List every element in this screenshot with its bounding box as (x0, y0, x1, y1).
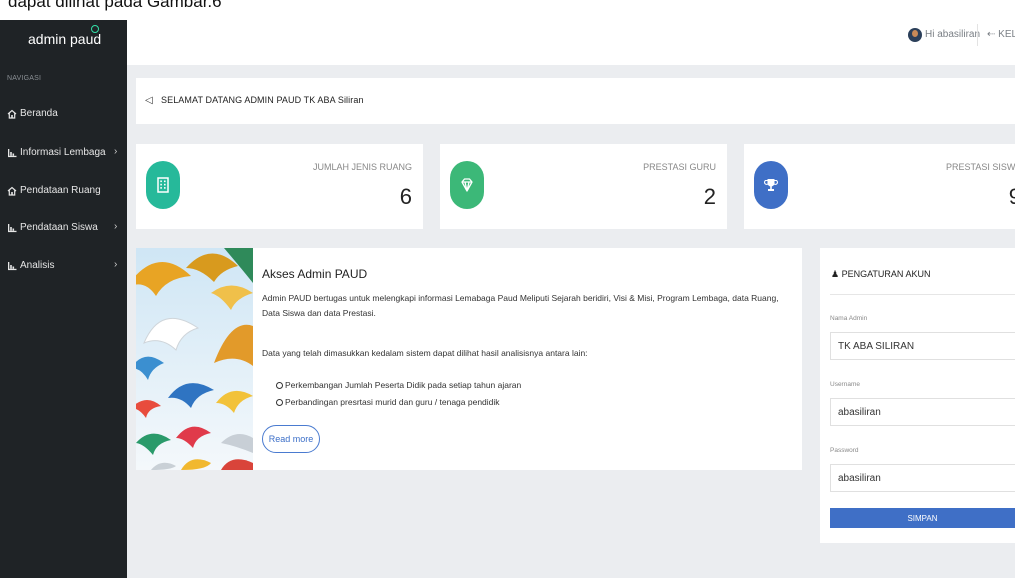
admin-name-field[interactable] (830, 332, 1015, 360)
welcome-text: SELAMAT DATANG ADMIN PAUD TK ABA Siliran (161, 95, 364, 105)
read-more-button[interactable]: Read more (262, 425, 320, 453)
list-item: Perbandingan presrtasi murid dan guru / … (276, 397, 500, 407)
field-label: Password (830, 447, 859, 454)
user-icon: ♟ (831, 269, 840, 279)
stat-value: 9 (1008, 184, 1015, 209)
sidebar-item-beranda[interactable]: Beranda (0, 103, 127, 127)
panel-title: ♟ PENGATURAN AKUN (831, 269, 930, 280)
account-settings-panel: ♟ PENGATURAN AKUN Nama Admin Username Pa… (820, 248, 1015, 543)
document-caption-text: dapat dilihat pada Gambar.6 (8, 0, 222, 11)
chart-icon (8, 224, 17, 233)
user-greeting[interactable]: Hi abasiliran (925, 29, 980, 40)
chart-icon (8, 262, 17, 271)
about-paragraph-2: Data yang telah dimasukkan kedalam siste… (262, 348, 588, 358)
sidebar: admin paud NAVIGASI Beranda Informasi Le… (0, 20, 127, 578)
document-caption: dapat dilihat pada Gambar.6 (0, 0, 1015, 20)
chart-icon (8, 149, 17, 158)
back-arrow-icon: ⇠ (987, 29, 999, 40)
logout-button[interactable]: ⇠ KELUAR (987, 29, 1015, 40)
sidebar-item-label: Informasi Lembaga (20, 147, 106, 158)
sidebar-item-label: Pendataan Siswa (20, 222, 98, 233)
circle-bullet-icon (276, 399, 283, 406)
brand[interactable]: admin paud (0, 20, 127, 65)
list-item: Perkembangan Jumlah Peserta Didik pada s… (276, 380, 521, 390)
stat-value: 2 (703, 184, 716, 209)
sidebar-item-informasi-lembaga[interactable]: Informasi Lembaga › (0, 142, 127, 166)
about-card: Akses Admin PAUD Admin PAUD bertugas unt… (136, 248, 802, 470)
diamond-icon (450, 161, 484, 209)
stat-card-prestasi-guru: PRESTASI GURU 2 (440, 144, 727, 229)
field-label: Nama Admin (830, 315, 868, 322)
chevron-right-icon: › (114, 146, 118, 157)
stat-label: JUMLAH JENIS RUANG (312, 162, 412, 172)
home-icon (7, 186, 17, 196)
circle-bullet-icon (276, 382, 283, 389)
nav-heading: NAVIGASI (7, 75, 42, 82)
chevron-right-icon: › (114, 259, 118, 270)
welcome-banner: ◁ SELAMAT DATANG ADMIN PAUD TK ABA Silir… (136, 78, 1015, 124)
sidebar-item-label: Analisis (20, 260, 55, 271)
field-label: Username (830, 381, 860, 388)
topbar: Hi abasiliran ⇠ KELUAR (127, 20, 1015, 65)
sidebar-item-pendataan-ruang[interactable]: Pendataan Ruang (0, 180, 127, 204)
about-paragraph: Admin PAUD bertugas untuk melengkapi inf… (262, 293, 779, 318)
panel-title-text: PENGATURAN AKUN (841, 269, 931, 279)
stat-card-ruang: JUMLAH JENIS RUANG 6 (136, 144, 423, 229)
list-item-text: Perkembangan Jumlah Peserta Didik pada s… (285, 380, 522, 390)
home-icon (7, 109, 17, 119)
building-icon (146, 161, 180, 209)
stat-label: PRESTASI GURU (643, 162, 716, 172)
megaphone-icon: ◁ (145, 95, 153, 106)
trophy-icon (754, 161, 788, 209)
sidebar-item-pendataan-siswa[interactable]: Pendataan Siswa › (0, 217, 127, 241)
chevron-right-icon: › (114, 221, 118, 232)
stat-card-prestasi-siswa: PRESTASI SISWA 9 (744, 144, 1015, 229)
about-title: Akses Admin PAUD (262, 267, 368, 281)
brand-logo-icon (91, 25, 99, 33)
username-field[interactable] (830, 398, 1015, 426)
list-item-text: Perbandingan presrtasi murid dan guru / … (285, 397, 500, 407)
sidebar-item-label: Beranda (20, 108, 58, 119)
umbrellas-image (136, 248, 253, 470)
divider (830, 294, 1015, 295)
divider (977, 24, 978, 46)
save-button[interactable]: SIMPAN (830, 508, 1015, 528)
password-field[interactable] (830, 464, 1015, 492)
brand-name: admin paud (28, 31, 102, 47)
sidebar-item-label: Pendataan Ruang (20, 185, 101, 196)
stat-value: 6 (399, 184, 412, 209)
logout-label: KELUAR (998, 29, 1015, 40)
stat-label: PRESTASI SISWA (945, 162, 1015, 172)
sidebar-item-analisis[interactable]: Analisis › (0, 255, 127, 279)
avatar[interactable] (908, 28, 922, 42)
